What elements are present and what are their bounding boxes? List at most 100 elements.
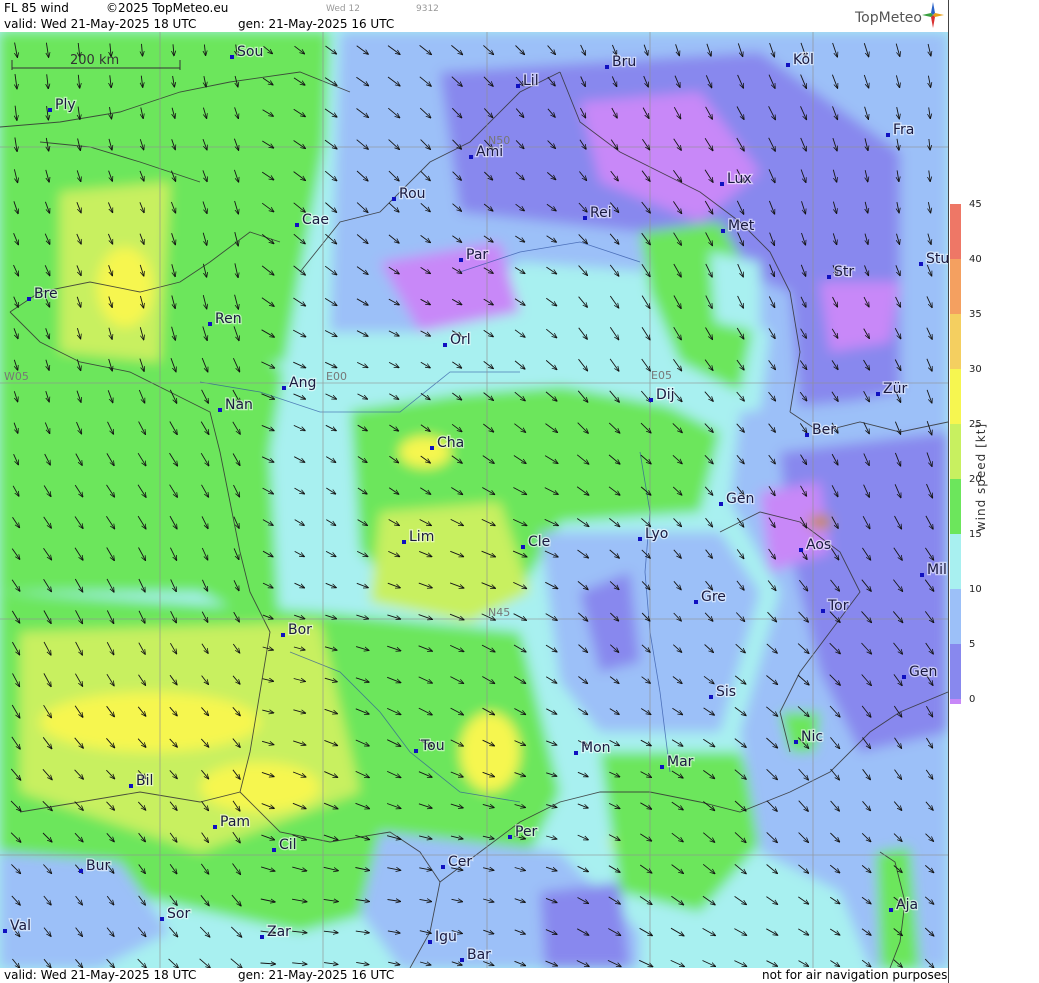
legend-tick: 0 <box>969 694 976 705</box>
city-dot <box>902 675 906 679</box>
city-label: Mon <box>581 740 611 756</box>
city-label: Cer <box>448 854 472 870</box>
generation-time: gen: 21-May-2025 16 UTC <box>238 17 395 31</box>
city-dot <box>3 929 7 933</box>
city-dot <box>886 133 890 137</box>
city-dot <box>794 740 798 744</box>
grid-label-n45: N45 <box>488 606 510 619</box>
compass-star-icon <box>922 2 944 28</box>
city-dot <box>786 63 790 67</box>
city-label: Ang <box>289 375 316 391</box>
city-dot <box>876 392 880 396</box>
city-label: Stu <box>926 251 948 267</box>
wind-speed-field <box>0 32 948 968</box>
footer-generation-time: gen: 21-May-2025 16 UTC <box>238 968 395 982</box>
city-label: Igu <box>435 929 457 945</box>
city-label: Mil <box>927 562 947 578</box>
city-dot <box>281 633 285 637</box>
legend-tick: 10 <box>969 584 982 595</box>
valid-time: valid: Wed 21-May-2025 18 UTC <box>4 17 197 31</box>
city-label: Zar <box>267 924 291 940</box>
city-label: Köl <box>793 52 814 68</box>
city-label: Bar <box>467 947 491 963</box>
city-dot <box>521 545 525 549</box>
city-dot <box>508 835 512 839</box>
city-label: Bur <box>86 858 110 874</box>
city-dot <box>230 55 234 59</box>
wind-map[interactable]: N50 N45 E00 E05 W05 200 km Sou Ply Lil Bru K… <box>0 32 948 968</box>
city-label: Bor <box>288 622 312 638</box>
city-dot <box>805 433 809 437</box>
city-label: Cha <box>437 435 464 451</box>
city-label: Aos <box>806 537 831 553</box>
city-label: Bre <box>34 286 58 302</box>
city-dot <box>638 537 642 541</box>
city-label: Lux <box>727 171 752 187</box>
city-label: Ami <box>476 144 503 160</box>
city-label: Lil <box>523 73 539 89</box>
legend-colorbar <box>950 204 961 704</box>
legend-tick: 5 <box>969 639 976 650</box>
city-label: Val <box>10 918 31 934</box>
city-label: Gen <box>726 491 754 507</box>
city-dot <box>709 695 713 699</box>
city-label: Cil <box>279 837 297 853</box>
city-dot <box>920 573 924 577</box>
city-label: Zür <box>883 381 907 397</box>
city-dot <box>129 784 133 788</box>
city-label: Rei <box>590 205 612 221</box>
city-label: Ply <box>55 97 76 113</box>
city-dot <box>605 65 609 69</box>
city-dot <box>469 155 473 159</box>
copyright: ©2025 TopMeteo.eu <box>106 1 229 15</box>
city-dot <box>282 386 286 390</box>
city-label: Aja <box>896 897 918 913</box>
city-label: Cae <box>302 212 329 228</box>
grid-label-w05: W05 <box>4 370 29 383</box>
scale-bar-label: 200 km <box>70 53 119 68</box>
city-dot <box>460 958 464 962</box>
city-label: Tou <box>420 738 445 754</box>
legend-title: wind speed [kt] <box>974 422 988 532</box>
map-footer: valid: Wed 21-May-2025 18 UTC gen: 21-Ma… <box>0 968 948 983</box>
city-label: Mar <box>667 754 694 770</box>
grid-label-e05: E05 <box>651 369 672 382</box>
city-dot <box>719 502 723 506</box>
city-label: Cle <box>528 534 550 550</box>
city-dot <box>720 182 724 186</box>
city-label: Bru <box>612 54 636 70</box>
city-dot <box>402 540 406 544</box>
city-dot <box>295 223 299 227</box>
city-dot <box>27 297 31 301</box>
city-dot <box>574 751 578 755</box>
disclaimer: not for air navigation purposes <box>762 968 948 982</box>
legend-tick: 45 <box>969 199 982 210</box>
city-label: Bil <box>136 773 153 789</box>
grid-label-e00: E00 <box>326 370 347 383</box>
city-dot <box>441 865 445 869</box>
city-dot <box>919 262 923 266</box>
city-label: Per <box>515 824 538 840</box>
map-header: FL 85 wind ©2025 TopMeteo.eu Wed 12 9312… <box>0 0 948 32</box>
city-dot <box>272 848 276 852</box>
city-dot <box>694 600 698 604</box>
city-label: Par <box>466 247 488 263</box>
city-dot <box>208 322 212 326</box>
city-dot <box>799 548 803 552</box>
city-dot <box>889 908 893 912</box>
city-dot <box>160 917 164 921</box>
city-label: Lyo <box>645 526 668 542</box>
city-label: Orl <box>450 332 471 348</box>
city-label: Ren <box>215 311 242 327</box>
product-title: FL 85 wind <box>4 1 69 15</box>
legend-tick: 30 <box>969 364 982 375</box>
city-dot <box>428 940 432 944</box>
city-dot <box>649 398 653 402</box>
city-dot <box>430 446 434 450</box>
city-dot <box>821 609 825 613</box>
city-label: Fra <box>893 122 914 138</box>
city-label: Met <box>728 218 755 234</box>
city-dot <box>660 765 664 769</box>
city-label: Tor <box>827 598 849 614</box>
city-label: Gen <box>909 664 937 680</box>
